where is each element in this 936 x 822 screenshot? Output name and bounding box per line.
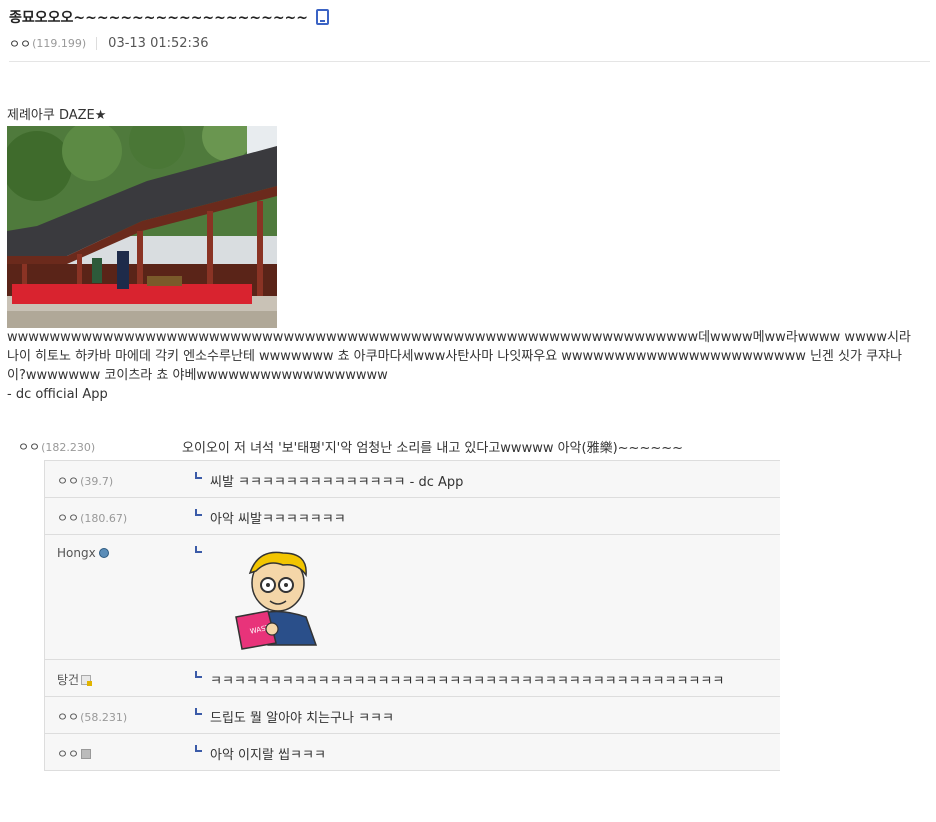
reply-author[interactable]: ㅇㅇ(58.231) [45, 697, 195, 733]
reply-item: ㅇㅇ(180.67) 아악 씨발ㅋㅋㅋㅋㅋㅋㅋ [45, 498, 780, 535]
reply-nick[interactable]: 탕건 [57, 673, 79, 687]
post-body: 제례아쿠 DAZE★ wwwwwwwwwwwwwwwwwwwwwwwwwwwww… [7, 106, 917, 404]
post-meta: ㅇㅇ (119.199) 03-13 01:52:36 [9, 35, 930, 51]
reply-author[interactable]: ㅇㅇ [45, 734, 195, 770]
reply-author[interactable]: 탕건 [45, 660, 195, 696]
comment-section: ㅇㅇ(182.230) 오이오이 저 녀석 '보'태평'지'악 엄청난 소리를 … [18, 433, 780, 771]
reply-content: ㅋㅋㅋㅋㅋㅋㅋㅋㅋㅋㅋㅋㅋㅋㅋㅋㅋㅋㅋㅋㅋㅋㅋㅋㅋㅋㅋㅋㅋㅋㅋㅋㅋㅋㅋㅋㅋㅋㅋㅋ… [195, 660, 780, 696]
reply-content: 아악 이지랄 씹ㅋㅋㅋ [195, 734, 780, 770]
reply-ip: (39.7) [80, 475, 114, 488]
comment-text: 오이오이 저 녀석 '보'태평'지'악 엄청난 소리를 내고 있다고wwwww … [182, 441, 684, 456]
post-title: 종묘오오오~~~~~~~~~~~~~~~~~~~~ [9, 10, 309, 26]
post-image[interactable] [7, 126, 277, 328]
reply-item: ㅇㅇ(58.231) 드립도 뭘 알아야 치는구나 ㅋㅋㅋ [45, 697, 780, 734]
comment-ip: (182.230) [41, 441, 96, 454]
reply-text: 씨발 ㅋㅋㅋㅋㅋㅋㅋㅋㅋㅋㅋㅋㅋㅋ - dc App [210, 475, 464, 490]
reply-nick[interactable]: Hongx [57, 546, 96, 560]
meta-divider [96, 36, 98, 50]
fixed-nick-icon [81, 675, 93, 686]
post-header: 종묘오오오~~~~~~~~~~~~~~~~~~~~ ㅇㅇ (119.199) 0… [9, 8, 930, 62]
reply-author[interactable]: ㅇㅇ(39.7) [45, 461, 195, 497]
gallog-icon[interactable] [98, 548, 109, 558]
reply-content: WASTE [195, 535, 780, 659]
post-author-ip: (119.199) [32, 36, 87, 50]
fixed-nick-icon [81, 749, 92, 759]
reply-item: 탕건 ㅋㅋㅋㅋㅋㅋㅋㅋㅋㅋㅋㅋㅋㅋㅋㅋㅋㅋㅋㅋㅋㅋㅋㅋㅋㅋㅋㅋㅋㅋㅋㅋㅋㅋㅋㅋㅋ… [45, 660, 780, 697]
reply-arrow-icon [195, 546, 202, 553]
reply-nick[interactable]: ㅇㅇ [57, 511, 79, 525]
post-author[interactable]: ㅇㅇ [9, 35, 31, 52]
reply-nick[interactable]: ㅇㅇ [57, 474, 79, 488]
reply-text: 드립도 뭘 알아야 치는구나 ㅋㅋㅋ [210, 711, 394, 726]
reply-item: Hongx WASTE [45, 535, 780, 660]
reply-content: 드립도 뭘 알아야 치는구나 ㅋㅋㅋ [195, 697, 780, 733]
reply-ip: (180.67) [80, 512, 128, 525]
reply-arrow-icon [195, 708, 202, 715]
reply-ip: (58.231) [80, 711, 128, 724]
reply-author[interactable]: Hongx [45, 535, 195, 659]
reply-text: ㅋㅋㅋㅋㅋㅋㅋㅋㅋㅋㅋㅋㅋㅋㅋㅋㅋㅋㅋㅋㅋㅋㅋㅋㅋㅋㅋㅋㅋㅋㅋㅋㅋㅋㅋㅋㅋㅋㅋㅋ… [210, 674, 725, 689]
comment-item: ㅇㅇ(182.230) 오이오이 저 녀석 '보'태평'지'악 엄청난 소리를 … [18, 433, 779, 460]
reply-item: ㅇㅇ 아악 이지랄 씹ㅋㅋㅋ [45, 734, 780, 770]
reply-content: 아악 씨발ㅋㅋㅋㅋㅋㅋㅋ [195, 498, 780, 534]
reply-list: ㅇㅇ(39.7) 씨발 ㅋㅋㅋㅋㅋㅋㅋㅋㅋㅋㅋㅋㅋㅋ - dc App ㅇㅇ(1… [44, 460, 780, 771]
reply-arrow-icon [195, 671, 202, 678]
comment-author[interactable]: ㅇㅇ(182.230) [18, 438, 182, 455]
reply-text: 아악 이지랄 씹ㅋㅋㅋ [210, 748, 326, 763]
post-signature: - dc official App [7, 387, 108, 402]
reply-item: ㅇㅇ(39.7) 씨발 ㅋㅋㅋㅋㅋㅋㅋㅋㅋㅋㅋㅋㅋㅋ - dc App [45, 461, 780, 498]
reply-text: 아악 씨발ㅋㅋㅋㅋㅋㅋㅋ [210, 512, 346, 527]
reply-content: 씨발 ㅋㅋㅋㅋㅋㅋㅋㅋㅋㅋㅋㅋㅋㅋ - dc App [195, 461, 780, 497]
reply-nick[interactable]: ㅇㅇ [57, 710, 79, 724]
comment-nick[interactable]: ㅇㅇ [18, 440, 40, 454]
image-caption: 제례아쿠 DAZE★ [7, 108, 107, 123]
reply-arrow-icon [195, 472, 202, 479]
reply-arrow-icon [195, 745, 202, 752]
reply-author[interactable]: ㅇㅇ(180.67) [45, 498, 195, 534]
title-row: 종묘오오오~~~~~~~~~~~~~~~~~~~~ [9, 8, 930, 26]
dccon-sticker[interactable]: WASTE [228, 545, 328, 650]
reply-arrow-icon [195, 509, 202, 516]
mobile-phone-icon [316, 9, 330, 25]
reply-nick[interactable]: ㅇㅇ [57, 747, 79, 761]
post-text: wwwwwwwwwwwwwwwwwwwwwwwwwwwwwwwwwwwwwwww… [7, 330, 911, 383]
post-datetime: 03-13 01:52:36 [108, 35, 209, 51]
